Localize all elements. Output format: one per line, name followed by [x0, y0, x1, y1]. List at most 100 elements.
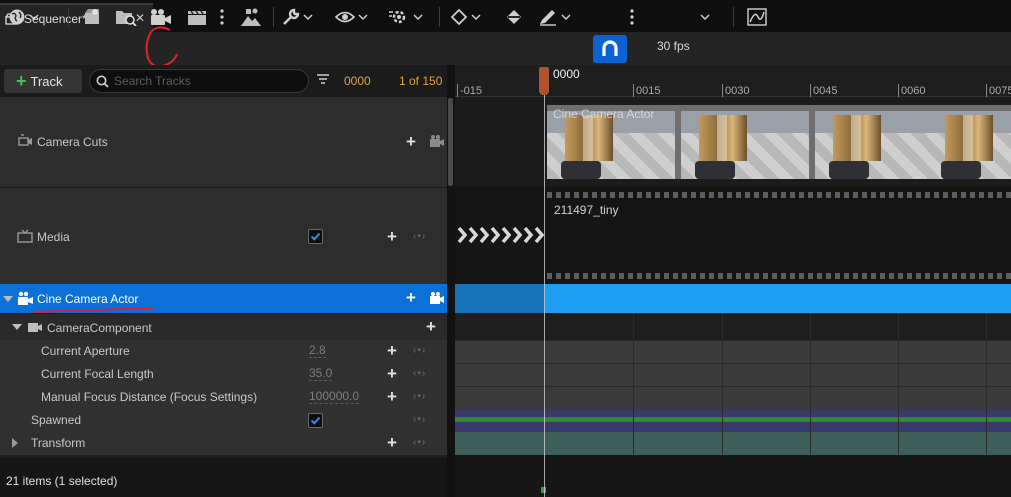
- spawned-checkbox[interactable]: [308, 413, 323, 428]
- cine-camera-icon: [18, 291, 33, 305]
- open-sequence-button[interactable]: [115, 4, 137, 29]
- search-box[interactable]: [89, 69, 309, 93]
- media-checkbox[interactable]: [308, 229, 323, 244]
- add-icon[interactable]: +: [387, 434, 397, 451]
- key-options-button[interactable]: [450, 4, 481, 29]
- outliner-scrollbar[interactable]: [448, 98, 453, 186]
- view-options-button[interactable]: [335, 4, 368, 29]
- track-property[interactable]: Current Aperture 2.8 + ‹•›: [0, 340, 447, 363]
- add-icon[interactable]: +: [387, 388, 397, 405]
- actor-label: Cine Camera Actor: [37, 292, 139, 306]
- filter-icon[interactable]: [316, 74, 330, 86]
- camera-section-label: Cine Camera Actor: [553, 107, 655, 121]
- track-spawned[interactable]: Spawned ‹•›: [0, 409, 447, 432]
- focus-distance-lane[interactable]: [455, 386, 1011, 409]
- auto-key-button[interactable]: [505, 4, 523, 29]
- property-value[interactable]: 35.0: [309, 367, 333, 381]
- add-icon[interactable]: +: [406, 133, 416, 150]
- ruler-tick: [986, 84, 987, 97]
- render-settings-button[interactable]: [187, 4, 207, 29]
- track-property[interactable]: Current Focal Length 35.0 + ‹•›: [0, 363, 447, 386]
- chevron-down-icon: [303, 13, 313, 20]
- ruler-tick: [457, 84, 458, 97]
- property-value[interactable]: 100000.0: [309, 390, 360, 404]
- film-strip-top: [547, 192, 1011, 198]
- track-transform[interactable]: Transform + ‹•›: [0, 432, 447, 455]
- add-icon[interactable]: +: [406, 289, 416, 306]
- world-icon: [9, 9, 25, 24]
- toolbar-separator: [733, 7, 734, 27]
- key-navigation[interactable]: ‹•›: [413, 437, 426, 448]
- camera-cut-section[interactable]: Cine Camera Actor: [547, 105, 1011, 179]
- playback-options-button[interactable]: [388, 4, 423, 29]
- snap-options-button[interactable]: [629, 4, 635, 29]
- add-icon[interactable]: +: [426, 318, 436, 335]
- edit-button[interactable]: [538, 4, 571, 29]
- expand-arrow-icon[interactable]: [12, 438, 18, 448]
- camera-icon: [151, 8, 171, 25]
- transform-lane[interactable]: [455, 432, 1011, 455]
- playhead[interactable]: [539, 67, 549, 95]
- search-icon: [96, 75, 109, 88]
- wrench-icon: [283, 8, 300, 25]
- framerate-chevron[interactable]: [700, 4, 710, 29]
- collapse-arrow-icon[interactable]: [12, 324, 22, 330]
- curve-editor-button[interactable]: [747, 4, 767, 29]
- track-camera-component[interactable]: CameraComponent +: [0, 313, 447, 340]
- chevron-down-icon: [413, 13, 423, 20]
- thumbnail: [815, 111, 943, 179]
- track-property[interactable]: Manual Focus Distance (Focus Settings) 1…: [0, 386, 447, 409]
- property-value[interactable]: 2.8: [309, 344, 326, 358]
- add-icon[interactable]: +: [387, 342, 397, 359]
- grid-line: [810, 313, 811, 455]
- key-navigation[interactable]: ‹•›: [413, 368, 426, 379]
- add-track-label: Track: [30, 73, 63, 89]
- add-track-button[interactable]: + Track: [4, 69, 82, 93]
- film-strip-bottom: [547, 273, 1011, 279]
- ruler-tick-label: -015: [460, 85, 483, 97]
- collapse-arrow-icon[interactable]: [3, 296, 13, 302]
- key-navigation[interactable]: ‹•›: [413, 231, 426, 242]
- toolbar-separator: [273, 7, 274, 27]
- clapper-icon: [188, 10, 206, 25]
- media-section-label: 211497_tiny: [554, 203, 619, 217]
- camera-icon[interactable]: [429, 291, 445, 305]
- add-icon[interactable]: +: [387, 365, 397, 382]
- render-movie-button[interactable]: [83, 4, 101, 29]
- search-input[interactable]: [114, 73, 299, 89]
- track-media[interactable]: Media + ‹•›: [0, 187, 447, 284]
- chevron-down-icon: [29, 13, 39, 20]
- ruler-tick-label: 0015: [636, 85, 661, 97]
- framerate-dropdown[interactable]: 30 fps: [657, 39, 690, 53]
- toolbar-separator: [439, 7, 440, 27]
- chevron-down-icon: [471, 13, 481, 20]
- world-button[interactable]: [8, 4, 39, 29]
- key-navigation[interactable]: ‹•›: [413, 345, 426, 356]
- more-options-button[interactable]: [219, 4, 225, 29]
- tools-button[interactable]: [282, 4, 313, 29]
- magnet-icon: [602, 40, 618, 56]
- gear-icon: [389, 10, 406, 23]
- empty-lane: [455, 455, 1011, 497]
- focal-length-lane[interactable]: [455, 363, 1011, 386]
- aperture-lane[interactable]: [455, 340, 1011, 363]
- snap-toggle[interactable]: [593, 35, 627, 63]
- status-text: 21 items (1 selected): [6, 474, 118, 488]
- ruler-tick: [898, 84, 899, 97]
- ruler-tick-label: 0045: [813, 85, 838, 97]
- track-camera-cuts[interactable]: Camera Cuts +: [0, 97, 447, 187]
- key-navigation[interactable]: ‹•›: [413, 414, 426, 425]
- chevron-down-icon: [561, 13, 571, 20]
- add-icon[interactable]: +: [387, 228, 397, 245]
- preroll-chevrons-icon: [457, 226, 545, 244]
- key-navigation[interactable]: ‹•›: [413, 391, 426, 402]
- current-frame[interactable]: 0000: [344, 74, 371, 88]
- actors-button[interactable]: [240, 4, 262, 29]
- thumbnail: [547, 111, 675, 179]
- curve-editor-icon: [747, 7, 767, 26]
- camera-icon[interactable]: [429, 134, 445, 148]
- timeline[interactable]: -015 0015 0030 0045 0060 0075 Cine Camer…: [455, 65, 1011, 497]
- property-label: Manual Focus Distance (Focus Settings): [41, 390, 258, 404]
- check-icon: [310, 232, 321, 241]
- component-lane[interactable]: [455, 313, 1011, 340]
